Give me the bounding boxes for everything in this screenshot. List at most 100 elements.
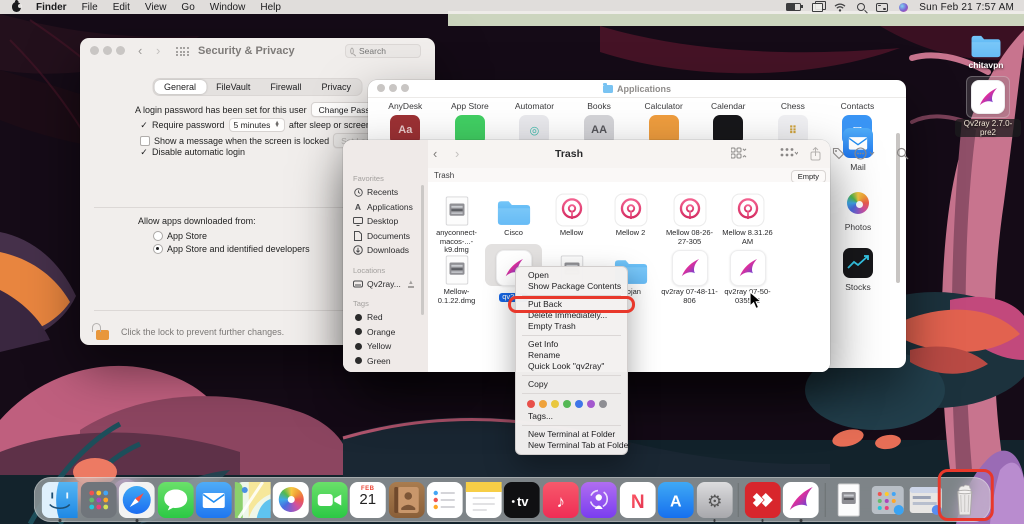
sidebar-item-yellow[interactable]: Yellow: [353, 339, 428, 354]
forward-button[interactable]: ›: [156, 44, 160, 57]
minimize-button[interactable]: [389, 84, 397, 92]
icon-view-icon[interactable]: [731, 147, 747, 160]
minimize-button[interactable]: [103, 46, 112, 55]
trash-file-qv2ray-07-50-035592[interactable]: qv2ray 07-50-035592: [719, 244, 776, 305]
sidebar-item-orange[interactable]: Orange: [353, 325, 428, 340]
app-item-photos[interactable]: Photos: [826, 188, 890, 232]
menu-item-open[interactable]: Open: [516, 270, 627, 281]
sidebar-item-applications[interactable]: AApplications: [353, 200, 428, 215]
interval-dropdown[interactable]: 5 minutes ▲▼: [229, 118, 285, 132]
active-app-menu[interactable]: Finder: [36, 2, 67, 13]
tag-color-swatch[interactable]: [527, 400, 535, 408]
dock-icon-minimized-window-2[interactable]: [908, 482, 944, 518]
menu-bar-clock[interactable]: Sun Feb 21 7:57 AM: [919, 2, 1014, 13]
tag-color-swatch[interactable]: [539, 400, 547, 408]
dock-icon-launchpad[interactable]: [80, 482, 116, 518]
dock-icon-anydesk[interactable]: [744, 482, 780, 518]
dock-icon-podcasts[interactable]: [581, 482, 617, 518]
dock-icon-contacts[interactable]: [388, 482, 424, 518]
dock-icon-mail[interactable]: [196, 482, 232, 518]
unlocked-padlock-icon[interactable]: [96, 330, 109, 340]
lock-message-checkbox[interactable]: [140, 136, 150, 146]
search-field[interactable]: [345, 44, 421, 58]
dock-icon-notes[interactable]: [465, 482, 501, 518]
sidebar-item-downloads[interactable]: Downloads: [353, 243, 428, 258]
search-input[interactable]: [357, 45, 416, 57]
mission-control-icon[interactable]: [812, 2, 823, 12]
close-button[interactable]: [90, 46, 99, 55]
dock-icon-music[interactable]: ♪: [542, 482, 578, 518]
group-by-icon[interactable]: [780, 147, 798, 160]
empty-trash-button[interactable]: Empty: [791, 170, 826, 183]
dock-icon-app-store[interactable]: A: [658, 482, 694, 518]
menu-window[interactable]: Window: [210, 2, 246, 13]
control-center-icon[interactable]: [876, 2, 888, 12]
radio-app-store-identified[interactable]: App Store and identified developers: [153, 244, 310, 254]
menu-help[interactable]: Help: [260, 2, 281, 13]
trash-file-mellow[interactable]: Mellow: [543, 185, 600, 238]
tag-color-swatch[interactable]: [551, 400, 559, 408]
disable-login-checkbox[interactable]: ✓: [140, 148, 148, 156]
spotlight-icon[interactable]: [857, 2, 865, 12]
menu-item-put-back[interactable]: Put Back: [516, 299, 627, 310]
menu-item-delete-immediately-[interactable]: Delete Immediately...: [516, 310, 627, 321]
menu-view[interactable]: View: [145, 2, 167, 13]
dock-icon-trash[interactable]: [946, 482, 982, 518]
menu-file[interactable]: File: [82, 2, 98, 13]
sidebar-item-red[interactable]: Red: [353, 310, 428, 325]
dock-icon-system-preferences[interactable]: ⚙: [696, 482, 732, 518]
tab-privacy[interactable]: Privacy: [311, 80, 361, 94]
forward-button[interactable]: ›: [455, 147, 459, 160]
menu-go[interactable]: Go: [181, 2, 194, 13]
sidebar-item-desktop[interactable]: Desktop: [353, 214, 428, 229]
zoom-button[interactable]: [116, 46, 125, 55]
menu-item-empty-trash[interactable]: Empty Trash: [516, 321, 627, 332]
zoom-button[interactable]: [401, 84, 409, 92]
menu-item-copy[interactable]: Copy: [516, 379, 627, 390]
dock-icon-reminders[interactable]: [427, 482, 463, 518]
trash-file-mellow-8-31-26-am[interactable]: Mellow 8.31.26 AM: [719, 185, 776, 246]
app-item-stocks[interactable]: Stocks: [826, 248, 890, 292]
menu-item-get-info[interactable]: Get Info: [516, 339, 627, 350]
menu-item-quick-look-qv2ray-[interactable]: Quick Look "qv2ray": [516, 361, 627, 372]
tab-filevault[interactable]: FileVault: [206, 80, 260, 94]
tab-general[interactable]: General: [154, 80, 206, 94]
battery-icon[interactable]: [786, 2, 801, 12]
sidebar-item-qv2ray-[interactable]: Qv2ray...▲: [353, 277, 428, 292]
trash-file-mellow-2[interactable]: Mellow 2: [602, 185, 659, 238]
sidebar-scrollbar[interactable]: [421, 185, 424, 315]
tab-firewall[interactable]: Firewall: [260, 80, 311, 94]
back-button[interactable]: ‹: [138, 44, 142, 57]
dock-icon-tv[interactable]: tv: [504, 482, 540, 518]
close-button[interactable]: [377, 84, 385, 92]
menu-edit[interactable]: Edit: [113, 2, 130, 13]
tag-color-swatch[interactable]: [575, 400, 583, 408]
dock-icon-minimized-window-1[interactable]: [869, 482, 905, 518]
menu-item-show-package-contents[interactable]: Show Package Contents: [516, 281, 627, 292]
siri-icon[interactable]: [899, 2, 908, 12]
wifi-icon[interactable]: [834, 2, 846, 12]
menu-item-new-terminal-tab-at-folder[interactable]: New Terminal Tab at Folder: [516, 440, 627, 451]
dock-icon-finder[interactable]: [42, 482, 78, 518]
dock-icon-safari[interactable]: [119, 482, 155, 518]
dock-icon-qv2ray[interactable]: [783, 482, 819, 518]
show-all-icon[interactable]: [176, 47, 189, 56]
back-button[interactable]: ‹: [433, 147, 437, 160]
eject-icon[interactable]: ▲: [408, 280, 414, 288]
dock-icon-photos[interactable]: [273, 482, 309, 518]
dock-icon-facetime[interactable]: [311, 482, 347, 518]
menu-item-rename[interactable]: Rename: [516, 350, 627, 361]
sidebar-item-green[interactable]: Green: [353, 354, 428, 369]
more-actions-icon[interactable]: [854, 147, 876, 160]
dock-icon-maps[interactable]: [234, 482, 270, 518]
trash-file-qv2ray-07-48-11-806[interactable]: qv2ray 07-48-11-806: [661, 244, 718, 305]
apple-menu-icon[interactable]: [12, 2, 21, 12]
dock-icon-dmg-document[interactable]: [831, 482, 867, 518]
desktop-icon-qv2ray[interactable]: Qv2ray 2.7.0-pre2: [955, 76, 1021, 140]
sidebar-item-recents[interactable]: Recents: [353, 185, 428, 200]
trash-file-mellow-08-26-27-305[interactable]: Mellow 08-26-27-305: [661, 185, 718, 246]
dock-icon-calendar[interactable]: FEB21: [350, 482, 386, 518]
sidebar-item-documents[interactable]: Documents: [353, 229, 428, 244]
dock-icon-news[interactable]: N: [619, 482, 655, 518]
radio-app-store[interactable]: App Store: [153, 231, 207, 241]
